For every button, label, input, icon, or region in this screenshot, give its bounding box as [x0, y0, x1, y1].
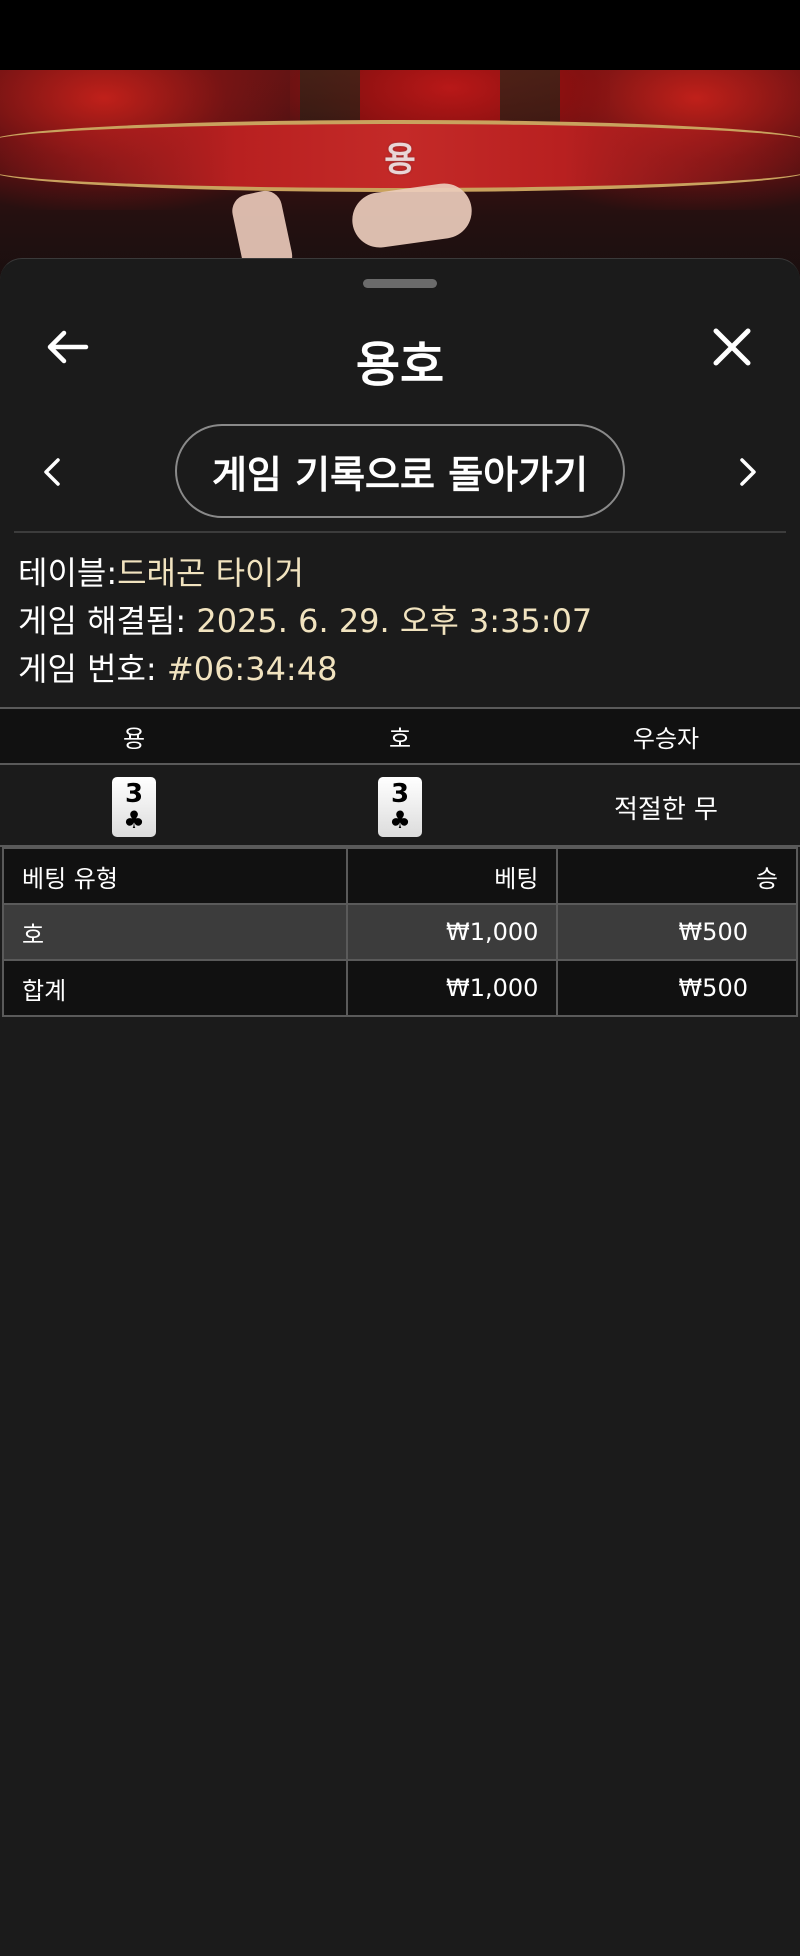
result-body-row: 3 ♣ 3 ♣ 적절한 무 — [0, 767, 800, 847]
tiger-card-cell: 3 ♣ — [268, 767, 532, 847]
tiger-card: 3 ♣ — [378, 777, 422, 837]
winner-cell: 적절한 무 — [532, 767, 800, 847]
winner-value: 적절한 무 — [614, 794, 718, 825]
club-suit-icon: ♣ — [123, 806, 145, 834]
info-game-number-value: #06:34:48 — [166, 650, 338, 688]
result-header-dragon: 용 — [122, 724, 146, 753]
next-game-button[interactable] — [726, 450, 770, 494]
game-navigation: 게임 기록으로 돌아가기 — [0, 424, 800, 520]
result-header-winner: 우승자 — [632, 724, 700, 753]
tiger-card-rank: 3 — [390, 779, 410, 809]
dragon-card: 3 ♣ — [112, 777, 156, 837]
total-bet: ₩1,000 — [345, 959, 559, 1017]
result-header-row: 용 호 우승자 — [0, 709, 800, 765]
chevron-left-icon — [44, 458, 60, 486]
info-table-label: 테이블: — [18, 554, 118, 592]
bets-header-row: 베팅 유형 베팅 승 — [2, 847, 798, 905]
bets-header-win: 승 — [556, 847, 798, 905]
chevron-right-icon — [740, 458, 756, 486]
game-details-sheet: 용호 게임 기록으로 돌아가기 테이블:드래곤 타이거 게임 해결됨: 2025… — [0, 258, 800, 1956]
bet-type: 호 — [2, 903, 348, 961]
live-video-background: 용 — [0, 70, 800, 280]
info-table-value: 드래곤 타이거 — [117, 554, 304, 592]
info-game-number-label: 게임 번호: — [18, 650, 157, 688]
result-table: 용 호 우승자 3 ♣ 3 ♣ 적절한 무 — [0, 707, 800, 847]
previous-game-button[interactable] — [30, 450, 74, 494]
dragon-card-rank: 3 — [124, 779, 144, 809]
club-suit-icon: ♣ — [389, 806, 411, 834]
sheet-grabber[interactable] — [363, 279, 437, 288]
close-button[interactable] — [704, 319, 760, 375]
divider — [14, 531, 786, 533]
result-header-tiger: 호 — [388, 724, 412, 753]
status-bar — [0, 0, 800, 70]
sheet-header: 용호 — [0, 299, 800, 399]
bets-header-bet: 베팅 — [345, 847, 559, 905]
bets-header-type: 베팅 유형 — [2, 847, 348, 905]
close-icon — [713, 328, 751, 366]
arrow-left-icon — [47, 330, 89, 364]
dragon-card-cell: 3 ♣ — [0, 767, 268, 847]
total-label: 합계 — [2, 959, 348, 1017]
table-row: 호 ₩1,000 ₩500 — [2, 903, 798, 961]
total-win: ₩500 — [556, 959, 798, 1017]
back-to-history-button[interactable]: 게임 기록으로 돌아가기 — [175, 424, 625, 518]
info-resolved-value: 2025. 6. 29. 오후 3:35:07 — [196, 602, 593, 640]
page-title: 용호 — [355, 337, 445, 393]
back-button[interactable] — [40, 319, 96, 375]
win-amount: ₩500 — [556, 903, 798, 961]
game-info: 테이블:드래곤 타이거 게임 해결됨: 2025. 6. 29. 오후 3:35… — [18, 549, 788, 693]
info-resolved-label: 게임 해결됨: — [18, 602, 187, 640]
table-banner-label: 용 — [384, 140, 416, 180]
total-row: 합계 ₩1,000 ₩500 — [2, 959, 798, 1017]
info-table: 테이블:드래곤 타이거 — [18, 549, 788, 597]
info-game-number: 게임 번호: #06:34:48 — [18, 645, 788, 693]
bet-amount: ₩1,000 — [345, 903, 559, 961]
info-resolved: 게임 해결됨: 2025. 6. 29. 오후 3:35:07 — [18, 597, 788, 645]
bets-table: 베팅 유형 베팅 승 호 ₩1,000 ₩500 합계 ₩1,000 ₩500 — [2, 847, 798, 1017]
